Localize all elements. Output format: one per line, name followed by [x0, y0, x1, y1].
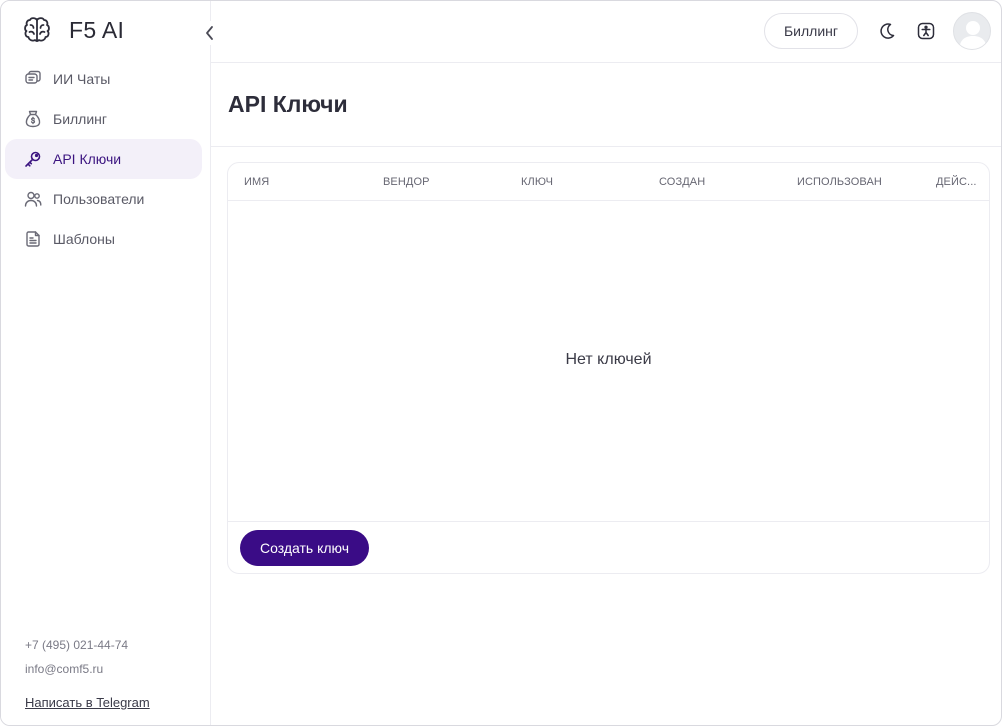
column-header-key[interactable]: КЛЮЧ: [521, 176, 553, 188]
contact-phone: +7 (495) 021-44-74: [25, 638, 129, 652]
app-name: F5 AI: [69, 16, 125, 43]
column-header-used[interactable]: ИСПОЛЬЗОВАН: [797, 176, 882, 188]
sidebar-item-api-keys[interactable]: API Ключи: [5, 139, 202, 179]
users-icon: [24, 190, 42, 208]
template-icon: [24, 230, 42, 248]
sidebar-item-users[interactable]: Пользователи: [5, 179, 202, 219]
sidebar-nav: ИИ Чаты Биллинг API Ключи Пользователи Ш…: [5, 59, 202, 259]
sidebar-item-label: API Ключи: [53, 151, 122, 167]
column-header-created[interactable]: СОЗДАН: [659, 176, 705, 188]
page-header: API Ключи: [211, 63, 1001, 147]
sidebar-item-label: Биллинг: [53, 111, 108, 127]
empty-state-text: Нет ключей: [565, 351, 652, 368]
sidebar-item-ai-chats[interactable]: ИИ Чаты: [5, 59, 202, 99]
theme-toggle-button[interactable]: [876, 20, 898, 42]
avatar[interactable]: [953, 12, 991, 50]
sidebar-footer: +7 (495) 021-44-74 info@comf5.ru Написат…: [25, 637, 150, 710]
page-title: API Ключи: [228, 91, 348, 117]
contact-email: info@comf5.ru: [25, 662, 104, 676]
key-icon: [24, 150, 42, 168]
column-header-actions[interactable]: ДЕЙС...: [936, 176, 977, 188]
billing-button[interactable]: Биллинг: [764, 13, 858, 49]
sidebar-item-label: Пользователи: [53, 191, 145, 207]
accessibility-button[interactable]: [915, 20, 937, 42]
sidebar-item-billing[interactable]: Биллинг: [5, 99, 202, 139]
chat-icon: [24, 70, 42, 88]
create-key-button[interactable]: Создать ключ: [240, 530, 369, 566]
moon-icon: [878, 22, 896, 40]
api-keys-table: ИМЯ ВЕНДОР КЛЮЧ СОЗДАН ИСПОЛЬЗОВАН ДЕЙС.…: [227, 162, 990, 574]
column-header-name[interactable]: ИМЯ: [244, 176, 269, 188]
money-bag-icon: [24, 110, 42, 128]
column-header-vendor[interactable]: ВЕНДОР: [383, 176, 430, 188]
brain-logo-icon: [21, 14, 53, 46]
sidebar-item-label: Шаблоны: [53, 231, 115, 247]
sidebar-item-templates[interactable]: Шаблоны: [5, 219, 202, 259]
brand[interactable]: F5 AI: [21, 13, 124, 47]
telegram-link[interactable]: Написать в Telegram: [25, 695, 150, 710]
table-footer: Создать ключ: [228, 521, 989, 573]
top-header: Биллинг: [211, 1, 1001, 63]
sidebar: F5 AI ИИ Чаты Биллинг API Ключи Пользова…: [1, 1, 211, 725]
sidebar-item-label: ИИ Чаты: [53, 71, 111, 87]
table-header: ИМЯ ВЕНДОР КЛЮЧ СОЗДАН ИСПОЛЬЗОВАН ДЕЙС.…: [228, 163, 989, 201]
accessibility-icon: [917, 22, 935, 40]
app-window: F5 AI ИИ Чаты Биллинг API Ключи Пользова…: [0, 0, 1002, 726]
